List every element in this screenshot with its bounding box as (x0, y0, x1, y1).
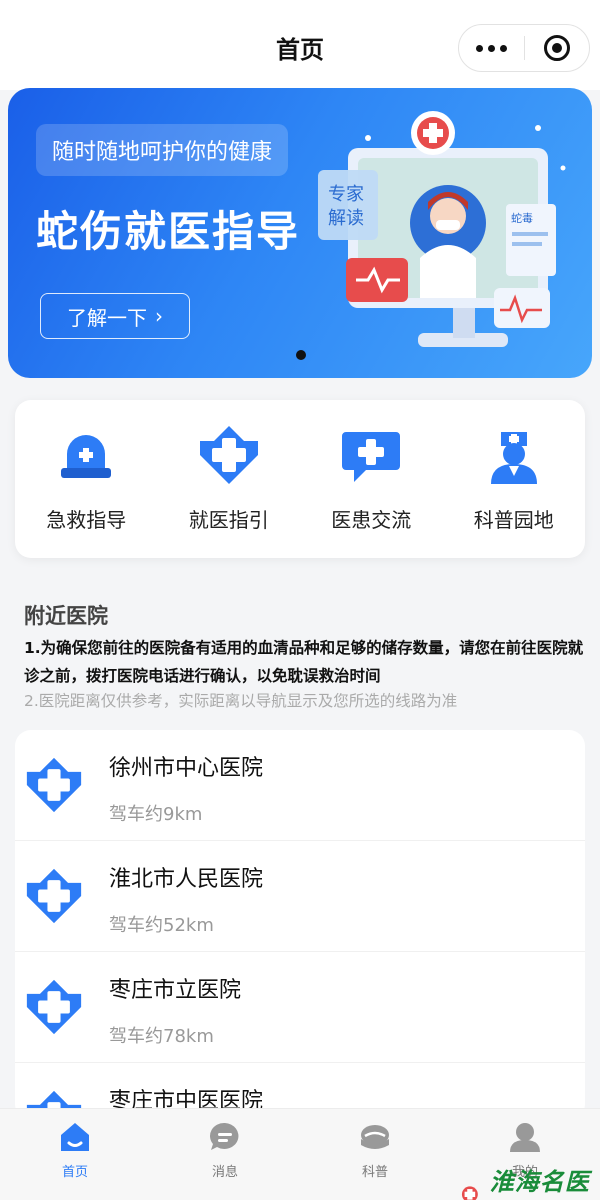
watermark-logo-icon (461, 1186, 478, 1200)
tab-science-label: 科普 (361, 1165, 388, 1180)
home-icon (61, 1123, 89, 1151)
first-aid-guide-button[interactable]: 急救指导 (15, 400, 158, 558)
banner-headline: 蛇伤就医指导 (36, 207, 301, 256)
hospital-cross-icon (26, 979, 82, 1035)
hospital-distance: 驾车约52km (109, 915, 214, 936)
tab-messages-label: 消息 (211, 1165, 238, 1180)
hospital-guide-label: 就医指引 (188, 508, 269, 532)
hospital-list-item[interactable]: 徐州市中心医院 驾车约9km (15, 730, 585, 841)
science-icon (361, 1125, 389, 1149)
hospital-name: 淮北市人民医院 (109, 867, 264, 892)
doctor-patient-chat-label: 医患交流 (331, 508, 412, 532)
promo-banner[interactable]: 随时随地呵护你的健康 蛇伤就医指导 了解一下 › 专家 解读 蛇毒 (8, 88, 592, 378)
doctor-patient-chat-button[interactable]: 医患交流 (300, 400, 443, 558)
nearby-hospitals-title: 附近医院 (24, 604, 108, 628)
first-aid-guide-label: 急救指导 (46, 508, 127, 532)
hospital-list-item[interactable]: 枣庄市立医院 驾车约78km (15, 952, 585, 1063)
siren-icon (53, 422, 119, 488)
learn-more-label: 了解一下 (67, 305, 147, 330)
hospital-cross-icon (26, 868, 82, 924)
expert-badge-top: 专家 (328, 184, 364, 205)
hospital-name: 徐州市中心医院 (109, 756, 264, 781)
watermark-text: 淮海名医网 (489, 1167, 590, 1196)
medical-cross-icon (196, 422, 262, 488)
tab-messages[interactable]: 消息 (150, 1109, 300, 1200)
doctor-monitor-illustration: 专家 解读 蛇毒 (318, 111, 566, 347)
science-garden-label: 科普园地 (473, 508, 554, 532)
banner-tagline: 随时随地呵护你的健康 (36, 124, 289, 176)
profile-icon (510, 1123, 540, 1152)
more-dots-icon (475, 44, 483, 52)
hospital-distance: 驾车约78km (109, 1026, 214, 1047)
nav-header: 首页 (0, 0, 600, 90)
chevron-right-icon: › (155, 304, 163, 328)
message-icon (210, 1122, 239, 1150)
tab-science[interactable]: 科普 (300, 1109, 450, 1200)
more-options-button[interactable] (459, 24, 524, 72)
hospital-name: 枣庄市立医院 (109, 978, 242, 1003)
chat-plus-icon (338, 422, 404, 488)
hospital-list-item[interactable]: 淮北市人民医院 驾车约52km (15, 841, 585, 952)
science-garden-button[interactable]: 科普园地 (443, 400, 586, 558)
serum-confirm-note: 1.为确保您前往的医院备有适用的血清品种和足够的储存数量，请您在前往医院就诊之前… (24, 639, 584, 685)
hospital-list: 徐州市中心医院 驾车约9km 淮北市人民医院 驾车约52km 枣庄市立医院 驾车… (15, 730, 585, 1120)
mini-program-capsule (458, 24, 590, 72)
hospital-cross-icon (26, 757, 82, 813)
venom-note-label: 蛇毒 (511, 211, 533, 225)
quick-menu: 急救指导 就医指引 医患交流 科普园地 (15, 400, 585, 558)
learn-more-button[interactable]: 了解一下 › (40, 293, 190, 339)
tab-home[interactable]: 首页 (0, 1109, 150, 1200)
hospital-distance: 驾车约9km (109, 804, 203, 825)
hospital-guide-button[interactable]: 就医指引 (158, 400, 301, 558)
expert-badge-bottom: 解读 (328, 208, 364, 229)
target-circle-icon (543, 35, 570, 61)
nurse-icon (481, 422, 547, 488)
close-program-button[interactable] (525, 24, 590, 72)
distance-disclaimer-note: 2.医院距离仅供参考，实际距离以导航显示及您所选的线路为准 (24, 692, 458, 710)
tab-home-label: 首页 (61, 1165, 88, 1180)
carousel-indicator[interactable] (296, 350, 306, 360)
site-watermark: 淮海名医网 (454, 1162, 600, 1200)
